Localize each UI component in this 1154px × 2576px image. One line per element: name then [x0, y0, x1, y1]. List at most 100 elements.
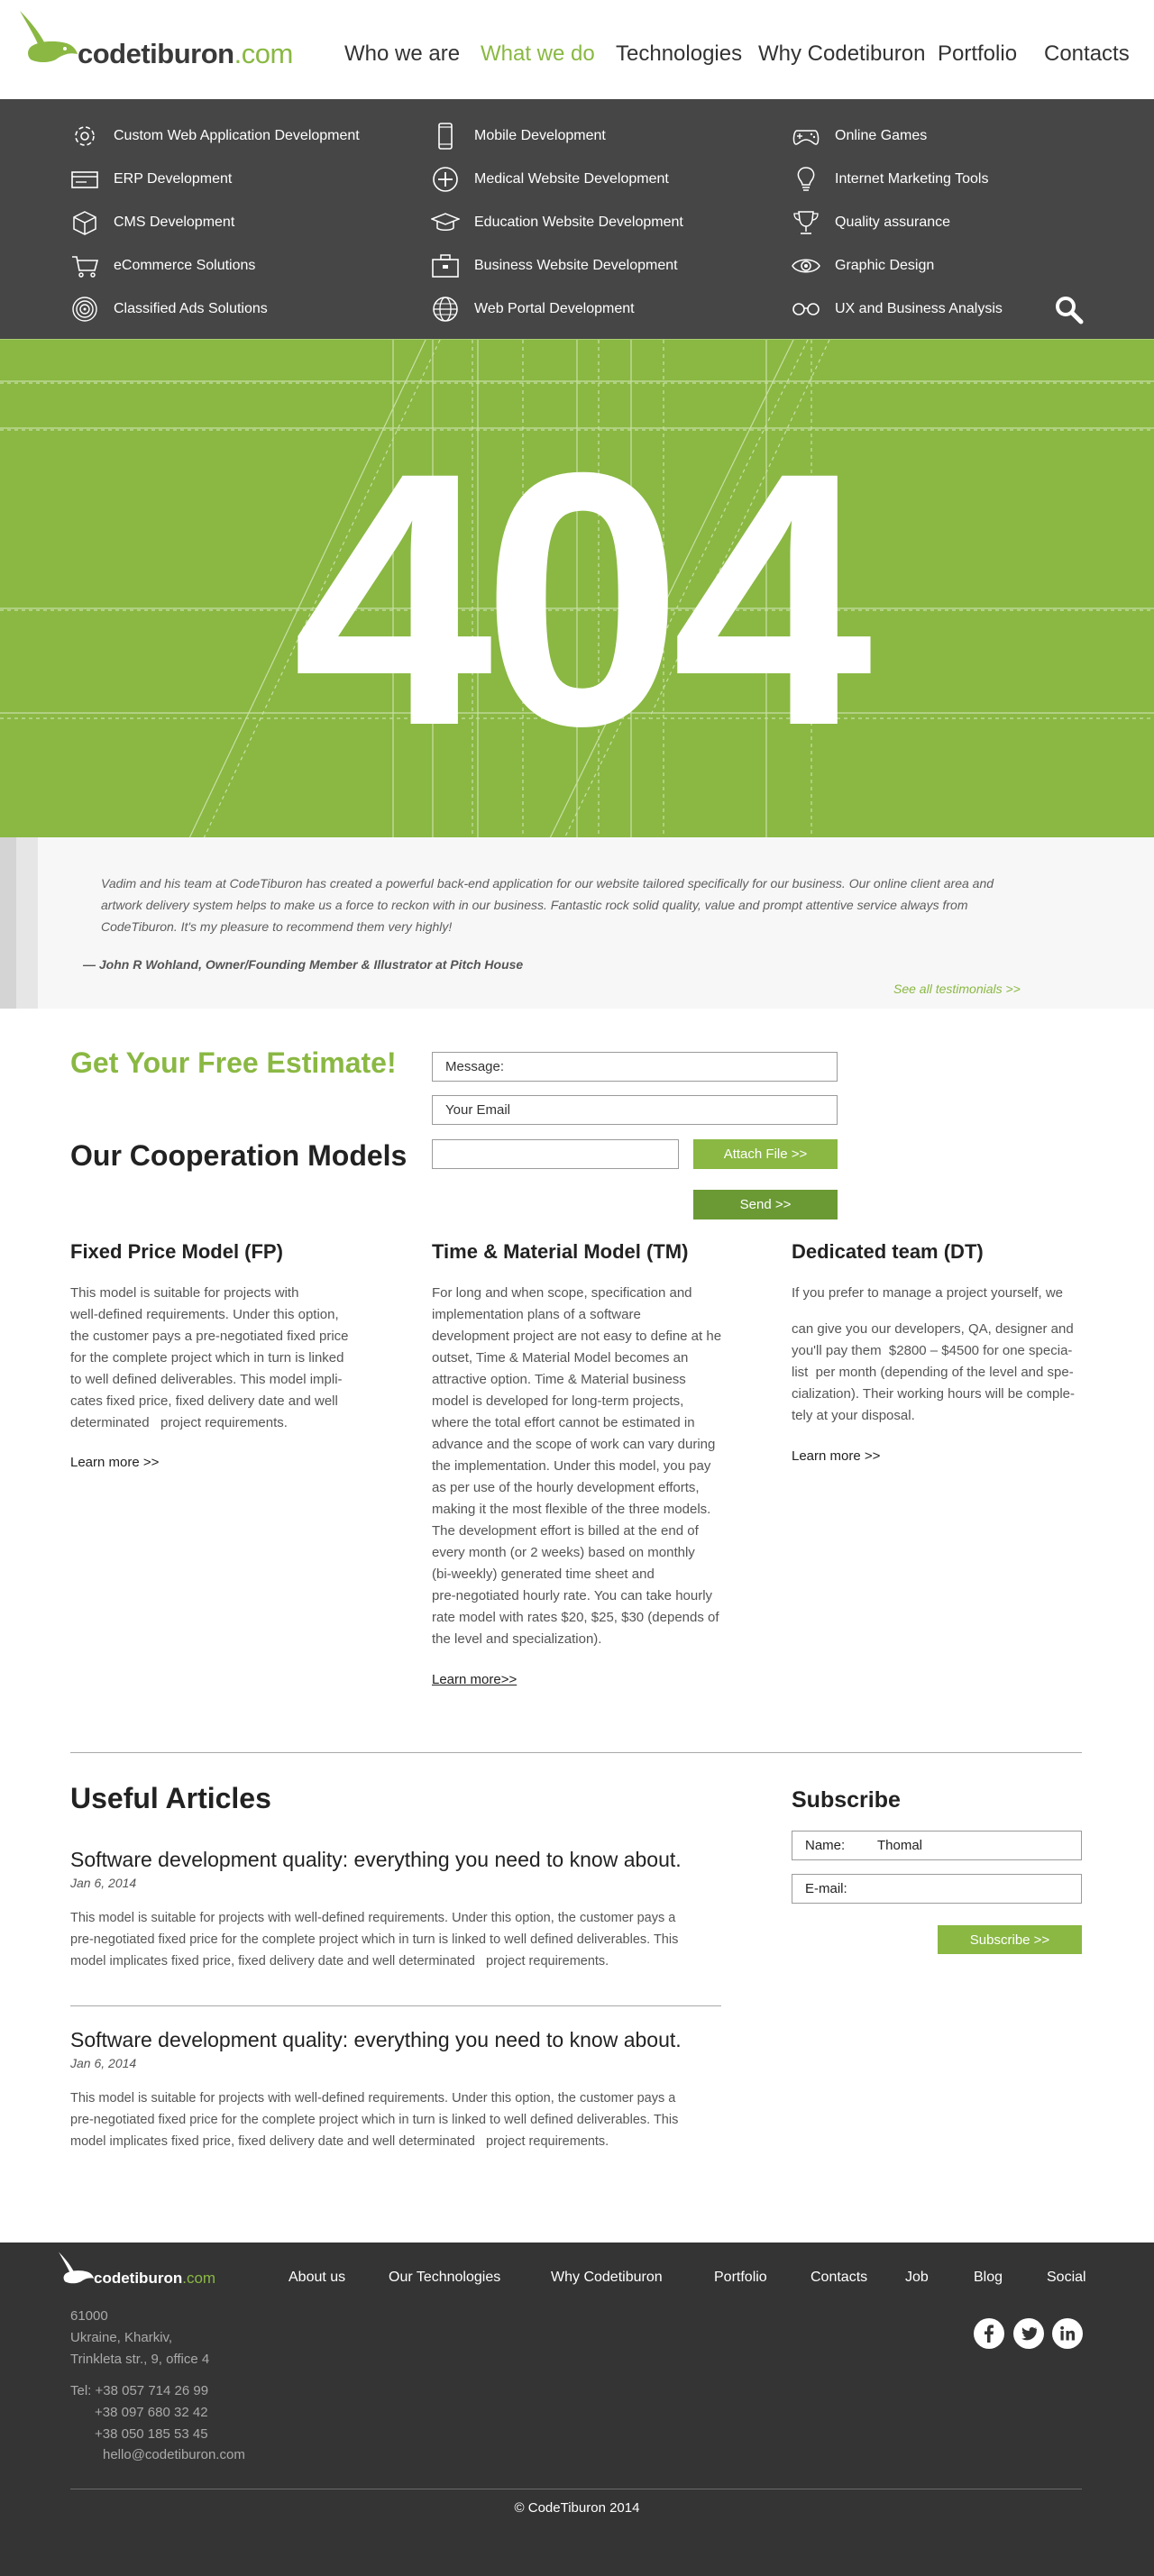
- site-footer: codetiburon.com About us Our Technologie…: [0, 2243, 1154, 2576]
- eye-icon: [792, 252, 822, 279]
- name-input[interactable]: [877, 1838, 1058, 1853]
- service-cms[interactable]: CMS Development: [70, 209, 234, 236]
- service-business[interactable]: Business Website Development: [431, 252, 678, 279]
- service-online-games[interactable]: Online Games: [792, 123, 927, 150]
- facebook-link[interactable]: [974, 2318, 1004, 2349]
- message-field[interactable]: [432, 1052, 838, 1082]
- page: codetiburon.com Who we are What we do Te…: [0, 0, 1154, 2576]
- subscribe-email-field[interactable]: E-mail:: [792, 1874, 1082, 1904]
- model-line: the level and specialization).: [432, 1631, 602, 1647]
- model-line: for the complete project which in turn i…: [70, 1350, 344, 1366]
- footer-address: 61000 Ukraine, Kharkiv, Trinkleta str., …: [70, 2306, 209, 2370]
- article-title[interactable]: Software development quality: everything…: [70, 2028, 682, 2052]
- service-ux-analysis[interactable]: UX and Business Analysis: [792, 296, 1003, 323]
- globe-icon: [431, 296, 462, 323]
- article-date: Jan 6, 2014: [70, 1876, 137, 1890]
- subscribe-title: Subscribe: [792, 1787, 901, 1813]
- footer-email-link[interactable]: hello@codetiburon.com: [103, 2447, 245, 2462]
- testimonial-accent-bar: [16, 837, 38, 1009]
- service-label: CMS Development: [114, 215, 235, 230]
- model-line: you'll pay them $2800 – $4500 for one sp…: [792, 1343, 1073, 1358]
- model-line: This model is suitable for projects with: [70, 1285, 299, 1301]
- footer-nav-social[interactable]: Social: [1047, 2270, 1086, 2286]
- service-label: Mobile Development: [474, 128, 606, 143]
- footer-nav-contacts[interactable]: Contacts: [811, 2270, 867, 2286]
- service-graphic-design[interactable]: Graphic Design: [792, 252, 934, 279]
- twitter-icon: [1021, 2326, 1037, 2341]
- send-button[interactable]: Send >>: [693, 1190, 838, 1219]
- learn-more-time-material-link[interactable]: Learn more>>: [432, 1672, 517, 1687]
- graduation-cap-icon: [431, 209, 462, 236]
- trophy-icon: [792, 209, 822, 236]
- model-line: advance and the scope of work can vary d…: [432, 1437, 716, 1452]
- model-line: making it the most flexible of the three…: [432, 1502, 711, 1517]
- model-line: tely at your disposal.: [792, 1408, 915, 1423]
- service-label: Web Portal Development: [474, 301, 635, 316]
- model-line: For long and when scope, specification a…: [432, 1285, 692, 1301]
- attachment-filename-field[interactable]: [432, 1139, 679, 1169]
- learn-more-fixed-price-link[interactable]: Learn more >>: [70, 1455, 159, 1470]
- model-line: cialization). Their working hours will b…: [792, 1386, 1076, 1402]
- footer-nav-technologies[interactable]: Our Technologies: [389, 2270, 500, 2286]
- service-ecommerce[interactable]: eCommerce Solutions: [70, 252, 255, 279]
- learn-more-dedicated-team-link[interactable]: Learn more >>: [792, 1448, 880, 1464]
- email-input[interactable]: [877, 1881, 1058, 1896]
- nav-technologies[interactable]: Technologies: [616, 41, 742, 67]
- service-classified-ads[interactable]: Classified Ads Solutions: [70, 296, 268, 323]
- footer-nav-why[interactable]: Why Codetiburon: [551, 2270, 663, 2286]
- nav-contacts[interactable]: Contacts: [1044, 41, 1130, 67]
- model-line: list per month (depending of the level a…: [792, 1365, 1074, 1380]
- error-code: 404: [292, 397, 875, 800]
- facebook-icon: [985, 2325, 994, 2343]
- model-line: to well defined deliverables. This model…: [70, 1372, 343, 1387]
- service-web-portal[interactable]: Web Portal Development: [431, 296, 635, 323]
- model-line: determinated project requirements.: [70, 1415, 288, 1430]
- copyright: © CodeTiburon 2014: [514, 2500, 640, 2516]
- footer-logo[interactable]: codetiburon.com: [56, 2250, 218, 2295]
- subscribe-name-field[interactable]: Name:: [792, 1831, 1082, 1860]
- service-education[interactable]: Education Website Development: [431, 209, 683, 236]
- gear-icon: [70, 123, 101, 150]
- footer-phone: Tel: +38 057 714 26 99: [70, 2383, 209, 2398]
- linkedin-link[interactable]: [1052, 2318, 1083, 2349]
- nav-why-codetiburon[interactable]: Why Codetiburon: [758, 41, 925, 67]
- model-spacer: [792, 1304, 1089, 1319]
- site-header: codetiburon.com Who we are What we do Te…: [0, 0, 1154, 99]
- service-label: Medical Website Development: [474, 171, 669, 187]
- footer-nav-portfolio[interactable]: Portfolio: [714, 2270, 767, 2286]
- model-body-fixed-price: This model is suitable for projects with…: [70, 1283, 377, 1434]
- article-line: model implicates fixed price, fixed deli…: [70, 2134, 609, 2149]
- service-custom-web-app[interactable]: Custom Web Application Development: [70, 123, 360, 150]
- email-field[interactable]: [432, 1095, 838, 1125]
- see-all-testimonials-link[interactable]: See all testimonials >>: [893, 982, 1021, 996]
- nav-what-we-do[interactable]: What we do: [481, 41, 595, 67]
- subscribe-button[interactable]: Subscribe >>: [938, 1925, 1082, 1954]
- service-internet-marketing[interactable]: Internet Marketing Tools: [792, 166, 988, 193]
- attach-file-button[interactable]: Attach File >>: [693, 1139, 838, 1169]
- search-button[interactable]: [1053, 294, 1085, 326]
- article-excerpt: This model is suitable for projects with…: [70, 1907, 728, 1972]
- model-line: If you prefer to manage a project yourse…: [792, 1285, 1063, 1301]
- model-line: every month (or 2 weeks) based on monthl…: [432, 1545, 695, 1560]
- section-divider: [70, 1752, 1082, 1753]
- glasses-icon: [792, 296, 822, 323]
- footer-nav-about[interactable]: About us: [288, 2270, 345, 2286]
- service-label: UX and Business Analysis: [835, 301, 1003, 316]
- service-label: Quality assurance: [835, 215, 951, 230]
- model-line: model is developed for long-term project…: [432, 1393, 684, 1409]
- footer-nav-blog[interactable]: Blog: [974, 2270, 1003, 2286]
- name-label: Name:: [805, 1838, 846, 1853]
- article-title[interactable]: Software development quality: everything…: [70, 1848, 682, 1872]
- nav-who-we-are[interactable]: Who we are: [344, 41, 460, 67]
- nav-portfolio[interactable]: Portfolio: [938, 41, 1017, 67]
- footer-nav-job[interactable]: Job: [905, 2270, 929, 2286]
- service-label: Education Website Development: [474, 215, 683, 230]
- twitter-link[interactable]: [1013, 2318, 1044, 2349]
- model-line: attractive option. Time & Material busin…: [432, 1372, 686, 1387]
- service-quality-assurance[interactable]: Quality assurance: [792, 209, 950, 236]
- service-medical[interactable]: Medical Website Development: [431, 166, 669, 193]
- service-erp[interactable]: ERP Development: [70, 166, 232, 193]
- service-mobile[interactable]: Mobile Development: [431, 123, 606, 150]
- model-line: implementation plans of a software: [432, 1307, 641, 1322]
- article-line: This model is suitable for projects with…: [70, 2091, 676, 2106]
